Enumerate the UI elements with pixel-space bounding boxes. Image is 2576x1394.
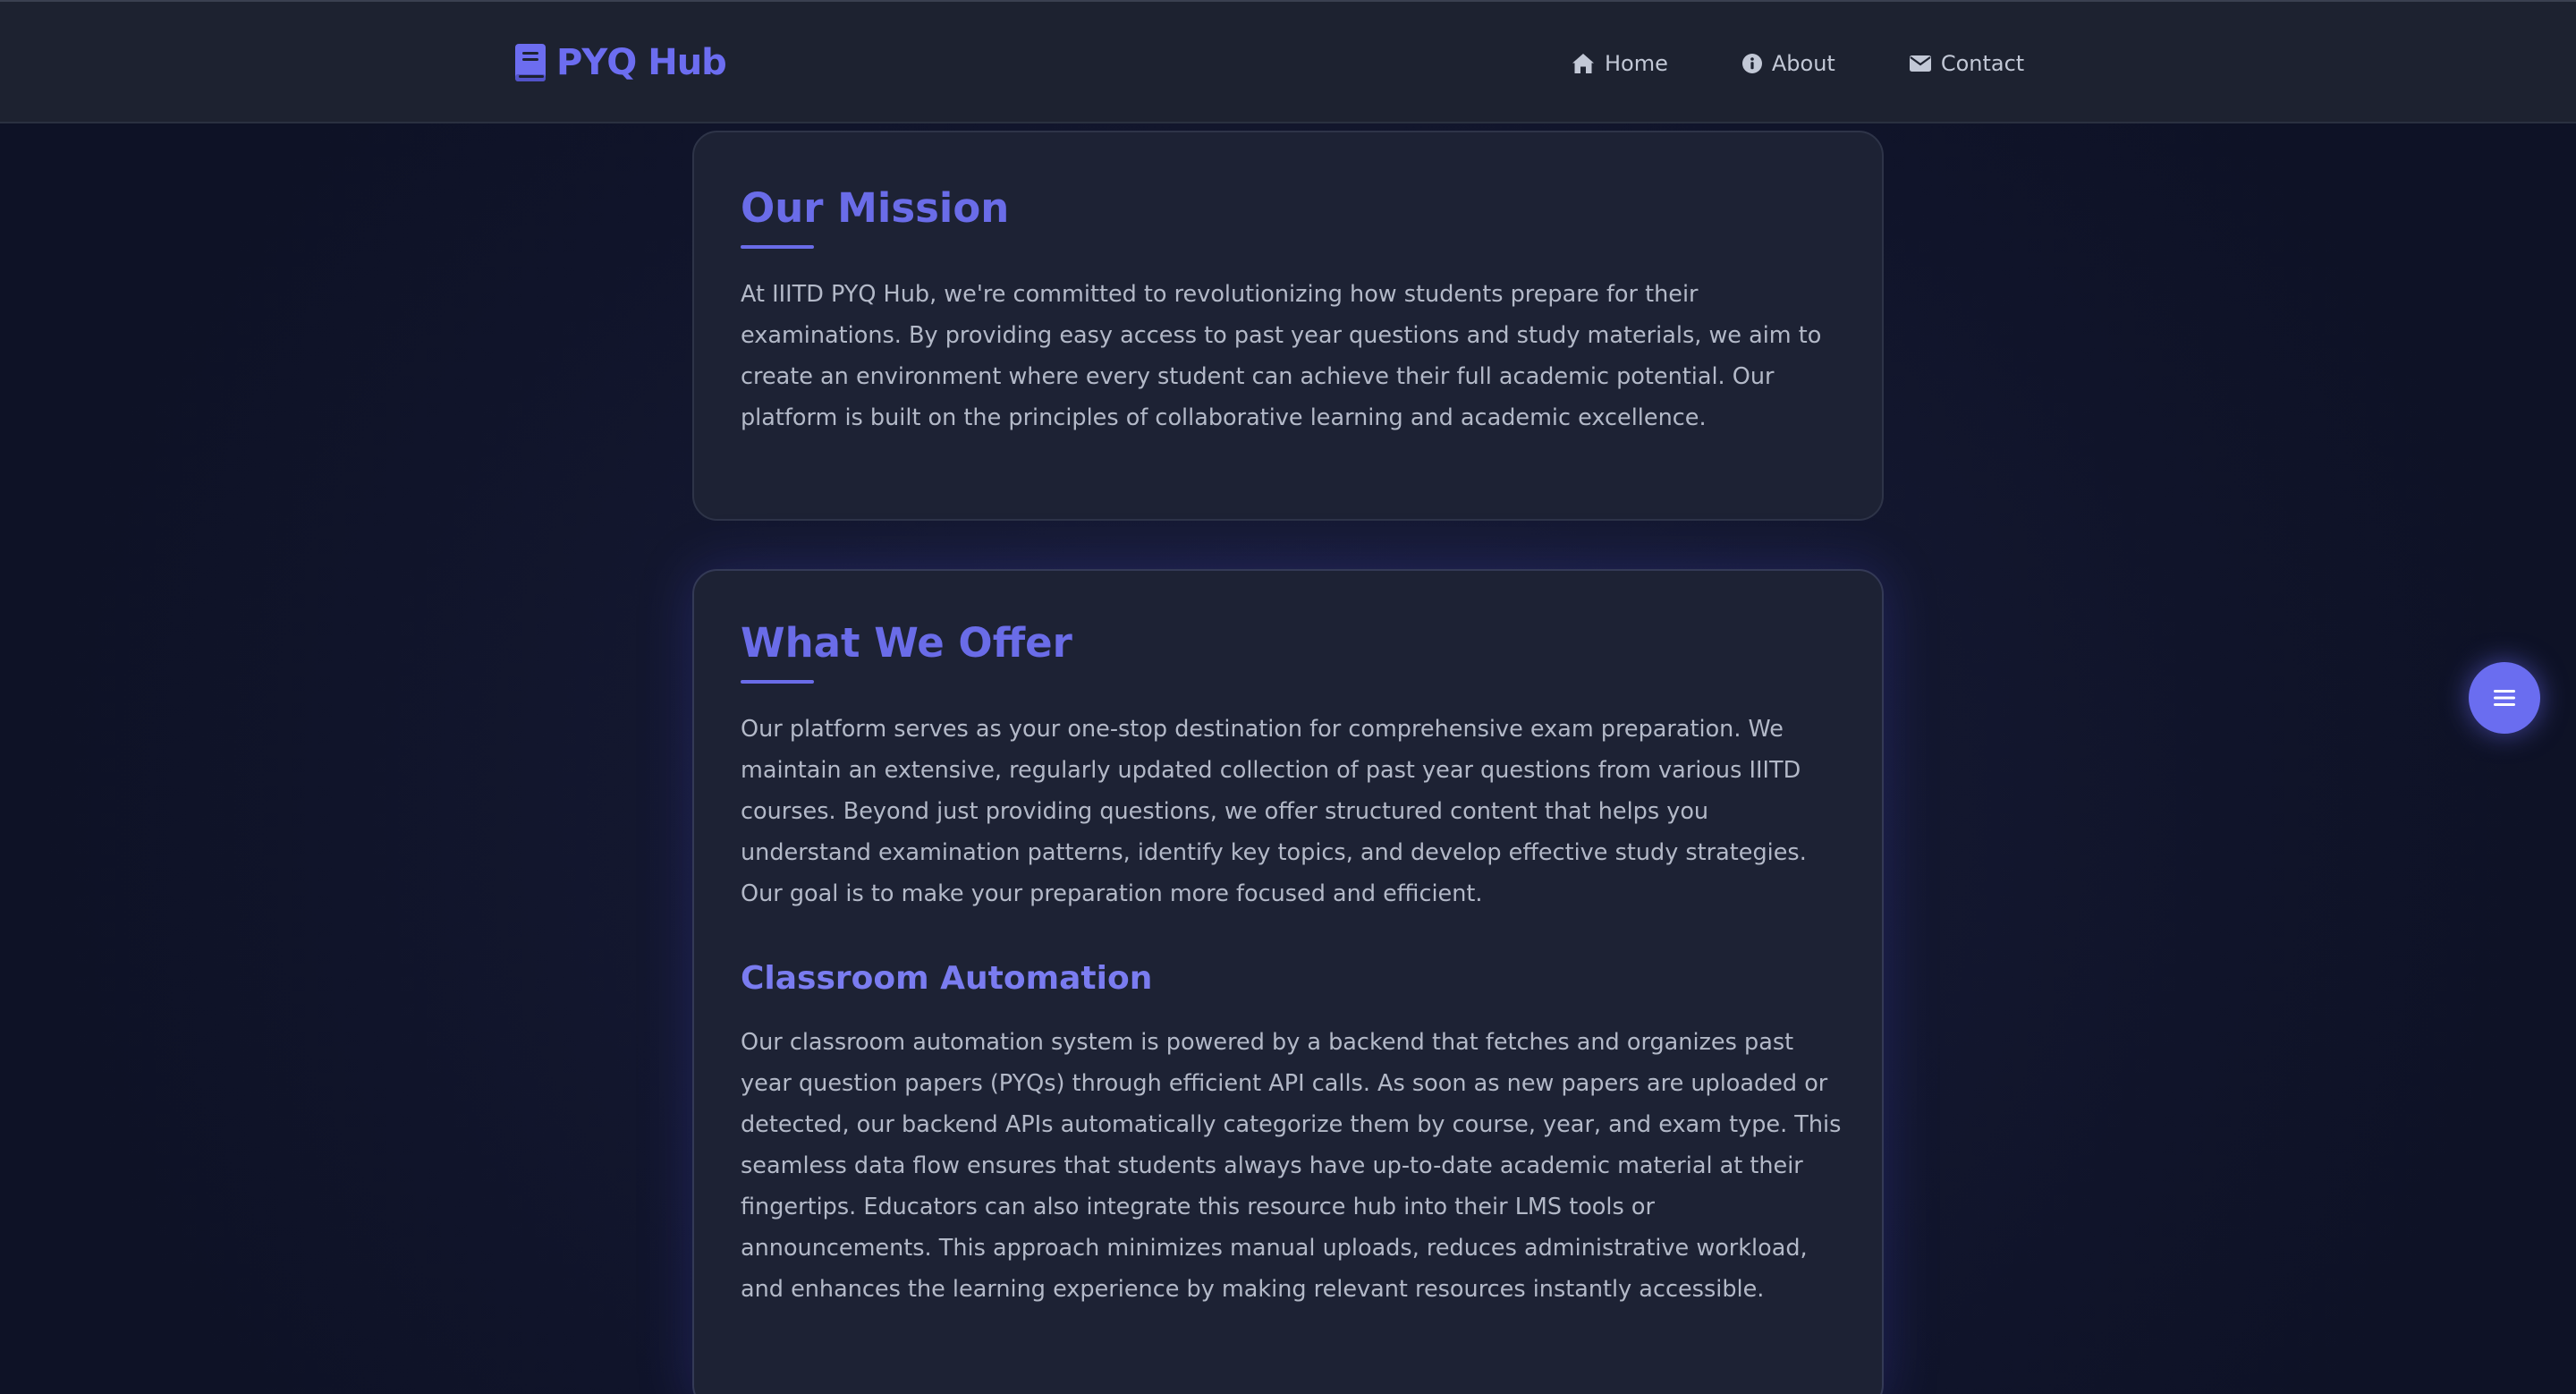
classroom-automation-title: Classroom Automation	[741, 960, 1153, 997]
nav-about-link[interactable]: About	[1741, 51, 1835, 76]
home-icon	[1572, 54, 1594, 73]
info-icon	[1741, 54, 1762, 73]
floating-menu-button[interactable]	[2469, 662, 2540, 734]
book-icon	[515, 44, 546, 81]
title-underline	[741, 680, 814, 684]
mission-card: Our Mission At IIITD PYQ Hub, we're comm…	[692, 131, 1884, 521]
nav-home-label: Home	[1605, 51, 1668, 76]
nav-contact-label: Contact	[1940, 51, 2025, 76]
offer-text: Our platform serves as your one-stop des…	[741, 716, 1807, 907]
menu-lines-icon	[2494, 690, 2515, 706]
mission-text: At IIITD PYQ Hub, we're committed to rev…	[741, 281, 1822, 431]
brand-logo-link[interactable]: PYQ Hub	[513, 39, 727, 86]
nav-links: Home About Contact	[1571, 48, 2024, 79]
nav-contact-link[interactable]: Contact	[1909, 51, 2024, 76]
offer-title: What We Offer	[741, 619, 1072, 667]
nav-about-label: About	[1771, 51, 1835, 76]
offer-card: What We Offer Our platform serves as you…	[692, 569, 1884, 1394]
title-underline	[741, 245, 814, 249]
envelope-icon	[1909, 55, 1931, 72]
classroom-automation-text: Our classroom automation system is power…	[741, 1029, 1842, 1303]
mission-title: Our Mission	[741, 184, 1010, 232]
navbar: PYQ Hub Home About Contact	[0, 2, 2576, 123]
brand-name: PYQ Hub	[556, 42, 727, 83]
nav-home-link[interactable]: Home	[1571, 51, 1668, 76]
